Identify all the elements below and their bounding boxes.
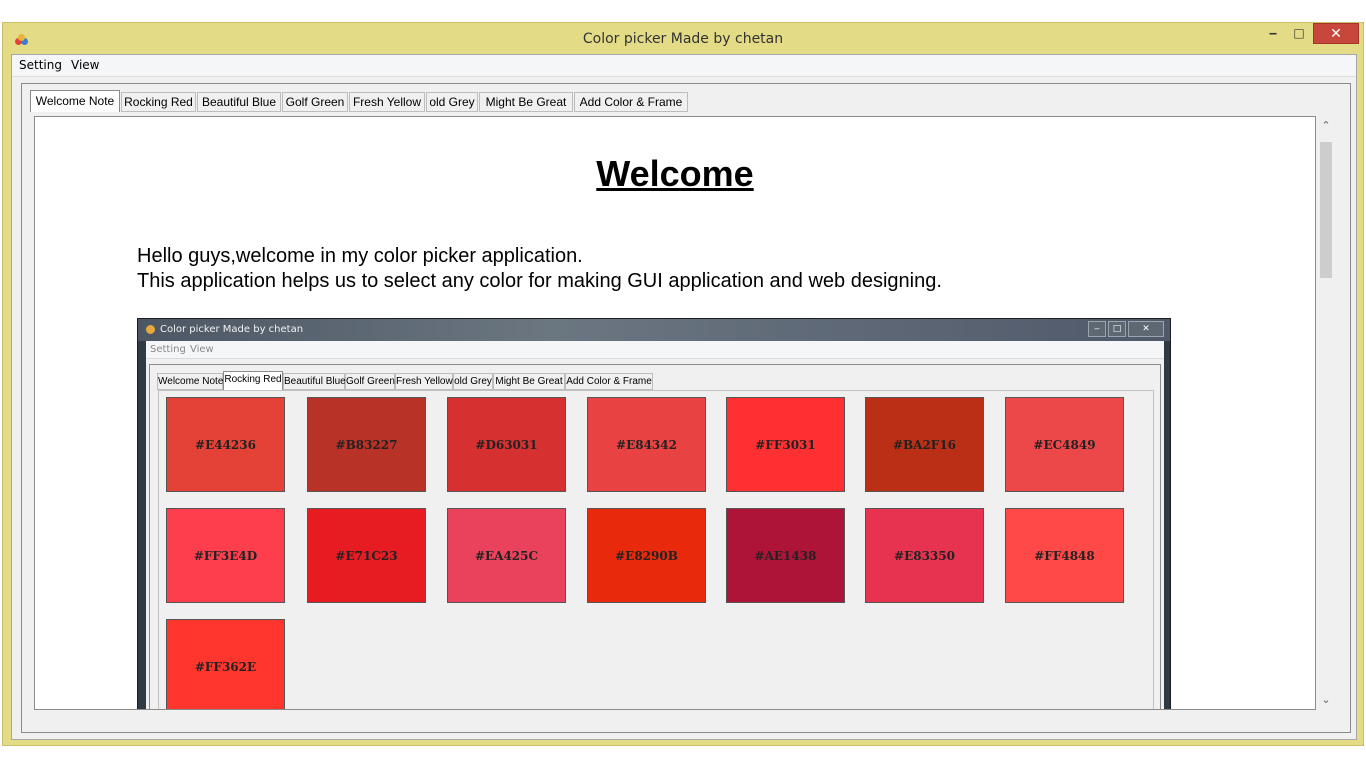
tab-add-color-frame[interactable]: Add Color & Frame xyxy=(574,92,688,112)
color-swatch: #E44236 xyxy=(166,397,285,492)
color-swatch: #FF3031 xyxy=(726,397,845,492)
embedded-tab-fresh-yellow: Fresh Yellow xyxy=(395,373,453,390)
embedded-menu-view: View xyxy=(190,344,214,355)
color-swatch: #E84342 xyxy=(587,397,706,492)
welcome-heading: Welcome xyxy=(596,153,754,194)
menu-setting[interactable]: Setting xyxy=(19,58,62,72)
color-swatch: #E8290B xyxy=(587,508,706,603)
embedded-menu-setting: Setting xyxy=(150,344,186,355)
vertical-scrollbar[interactable]: ⌃ ⌄ xyxy=(1316,116,1336,710)
tab-golf-green[interactable]: Golf Green xyxy=(282,92,348,112)
window-title: Color picker Made by chetan xyxy=(582,31,784,47)
title-bar[interactable]: Color picker Made by chetan ‒ □ ✕ xyxy=(3,23,1363,55)
embedded-tab-beautiful-blue: Beautiful Blue xyxy=(283,373,346,390)
maximize-button[interactable]: □ xyxy=(1287,23,1311,44)
embedded-minimize-icon: ‒ xyxy=(1088,321,1106,337)
color-swatch: #E71C23 xyxy=(307,508,426,603)
embedded-tab-control: Welcome Note Rocking Red Beautiful Blue … xyxy=(149,364,1161,709)
embedded-title-bar: Color picker Made by chetan ‒ □ ✕ xyxy=(138,319,1170,341)
embedded-tab-rocking-red: Rocking Red xyxy=(223,371,283,390)
tab-welcome-note[interactable]: Welcome Note xyxy=(30,90,120,112)
tab-old-grey[interactable]: old Grey xyxy=(426,92,478,112)
tab-beautiful-blue[interactable]: Beautiful Blue xyxy=(197,92,281,112)
scroll-down-arrow-icon[interactable]: ⌄ xyxy=(1316,690,1336,710)
menu-bar: Setting View xyxy=(12,55,1356,77)
scroll-thumb[interactable] xyxy=(1320,142,1332,278)
tab-might-be-great[interactable]: Might Be Great xyxy=(479,92,573,112)
swatch-panel: #E44236 #B83227 #D63031 #E84342 #FF3031 #BA2F… xyxy=(158,390,1154,709)
embedded-menu-bar: Setting View xyxy=(146,341,1164,359)
client-area: Setting View Welcome Note Rocking Red Be… xyxy=(11,54,1357,740)
embedded-tab-add-color-frame: Add Color & Frame xyxy=(565,373,653,390)
color-swatch: #AE1438 xyxy=(726,508,845,603)
embedded-window-title: Color picker Made by chetan xyxy=(160,324,304,335)
embedded-client: Setting View Welcome Note Rocking Red Be… xyxy=(146,341,1164,709)
menu-view[interactable]: View xyxy=(71,58,99,72)
embedded-tab-welcome-note: Welcome Note xyxy=(157,373,223,390)
close-button[interactable]: ✕ xyxy=(1313,23,1359,44)
embedded-tab-might-be-great: Might Be Great xyxy=(493,373,565,390)
color-swatch: #FF362E xyxy=(166,619,285,709)
tab-rocking-red[interactable]: Rocking Red xyxy=(121,92,196,112)
intro-line-2: This application helps us to select any … xyxy=(137,270,942,292)
color-swatch: #FF3E4D xyxy=(166,508,285,603)
color-swatch: #D63031 xyxy=(447,397,566,492)
color-swatch: #FF4848 xyxy=(1005,508,1124,603)
intro-line-1: Hello guys,welcome in my color picker ap… xyxy=(137,245,583,267)
color-swatch: #E83350 xyxy=(865,508,984,603)
minimize-button[interactable]: ‒ xyxy=(1261,23,1285,44)
tab-control: Welcome Note Rocking Red Beautiful Blue … xyxy=(21,83,1351,733)
app-window: Color picker Made by chetan ‒ □ ✕ Settin… xyxy=(2,22,1364,746)
color-swatch: #EA425C xyxy=(447,508,566,603)
embedded-maximize-icon: □ xyxy=(1108,321,1126,337)
color-swatch: #B83227 xyxy=(307,397,426,492)
tab-fresh-yellow[interactable]: Fresh Yellow xyxy=(349,92,425,112)
embedded-screenshot: Color picker Made by chetan ‒ □ ✕ Settin… xyxy=(137,318,1171,709)
embedded-app-icon xyxy=(146,325,155,334)
color-swatch: #EC4849 xyxy=(1005,397,1124,492)
welcome-content: Welcome Hello guys,welcome in my color p… xyxy=(34,116,1316,710)
embedded-close-icon: ✕ xyxy=(1128,321,1164,337)
color-swatch: #BA2F16 xyxy=(865,397,984,492)
embedded-tab-old-grey: old Grey xyxy=(453,373,493,390)
embedded-tab-golf-green: Golf Green xyxy=(345,373,395,390)
scroll-up-arrow-icon[interactable]: ⌃ xyxy=(1316,116,1336,136)
